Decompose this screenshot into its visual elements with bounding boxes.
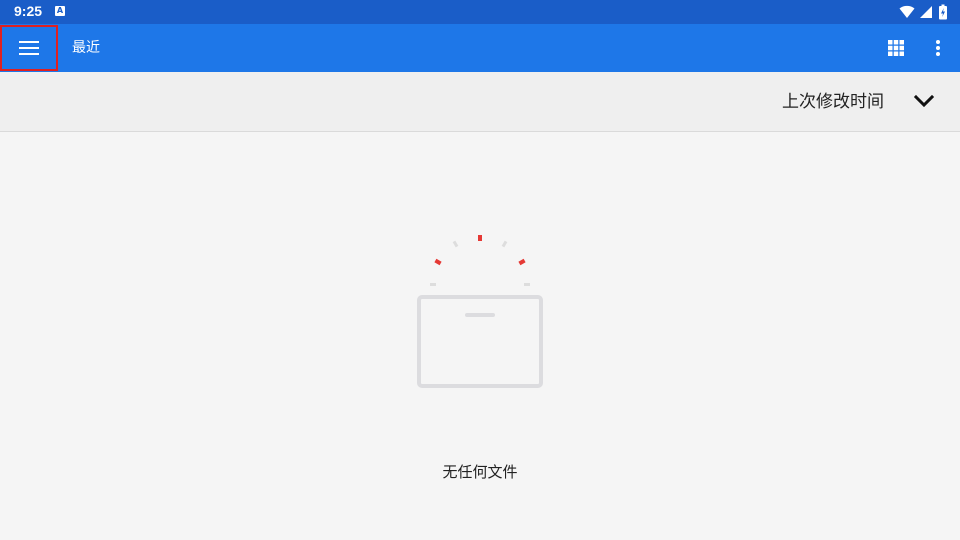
- grid-view-icon: [888, 40, 904, 56]
- battery-icon: [939, 4, 947, 20]
- signal-icon: [920, 6, 932, 18]
- notification-icon-letter: A: [56, 6, 64, 15]
- chevron-down-icon[interactable]: [912, 93, 936, 111]
- wifi-icon: [899, 5, 915, 18]
- grid-view-button[interactable]: [882, 36, 910, 60]
- more-vert-icon: [936, 40, 940, 56]
- empty-state-message: 无任何文件: [442, 463, 518, 481]
- sort-bar: 上次修改时间: [0, 72, 960, 132]
- empty-box-icon: [417, 235, 543, 388]
- file-list-area: 无任何文件: [0, 132, 960, 540]
- more-options-button[interactable]: [926, 36, 950, 60]
- hamburger-menu-icon: [19, 41, 39, 55]
- sort-order-label[interactable]: 上次修改时间: [782, 91, 884, 113]
- notification-icon: A: [55, 6, 65, 16]
- status-time: 9:25: [14, 3, 43, 19]
- status-bar: 9:25 A: [0, 0, 960, 24]
- app-bar: 最近: [0, 24, 960, 72]
- page-title: 最近: [72, 40, 100, 56]
- menu-button[interactable]: [0, 25, 58, 71]
